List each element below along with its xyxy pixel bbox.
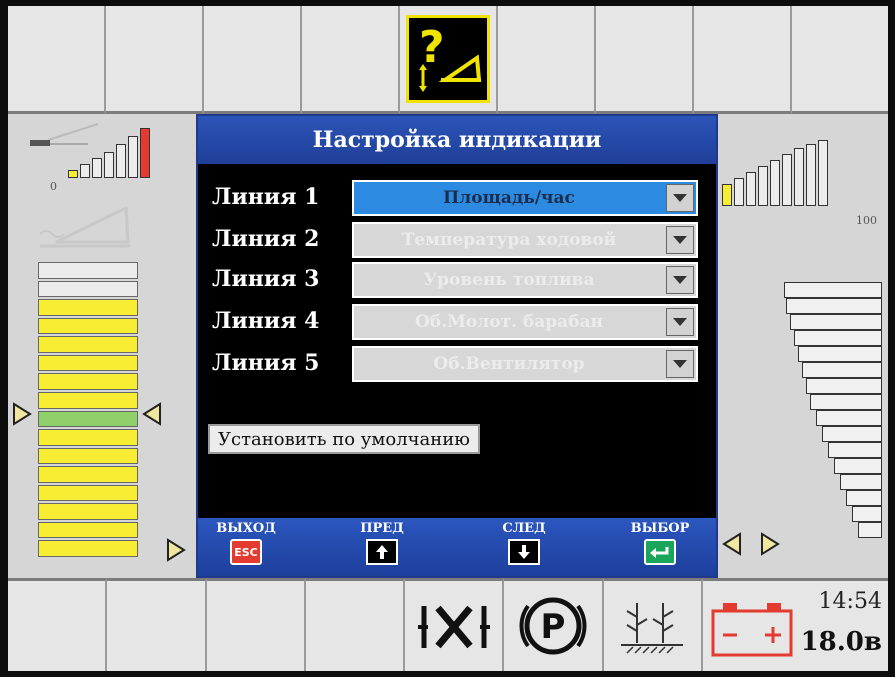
arrow-up-icon xyxy=(366,539,398,565)
top-slot-3[interactable] xyxy=(204,6,302,114)
next-label: СЛЕД xyxy=(502,521,546,536)
chevron-down-icon[interactable] xyxy=(666,184,694,212)
line-select-1[interactable]: Площадь/час xyxy=(352,180,698,216)
top-slot-9[interactable] xyxy=(792,6,888,114)
select-button[interactable]: ВЫБОР xyxy=(620,522,700,565)
exit-button[interactable]: ВЫХОД ESC xyxy=(206,522,286,565)
line-label-3: Линия 3 xyxy=(212,266,320,292)
line-label-5: Линия 5 xyxy=(212,350,320,376)
line-select-5[interactable]: Об.Вентилятор xyxy=(352,346,698,382)
header-tilt-warning-icon: ? xyxy=(406,14,490,103)
battery-icon xyxy=(711,603,793,657)
bottom-button-strip: P 14:54 18.0в xyxy=(8,578,888,671)
right-level-bars xyxy=(722,140,828,206)
display-settings-dialog: Настройка индикации Линия 1 Площадь/час … xyxy=(196,114,718,578)
esc-key-icon: ESC xyxy=(230,539,262,565)
bottom-slot-parking[interactable]: P xyxy=(504,578,604,671)
chevron-down-icon[interactable] xyxy=(666,226,694,254)
line-select-3[interactable]: Уровень топлива xyxy=(352,262,698,298)
enter-icon xyxy=(644,539,676,565)
exit-label: ВЫХОД xyxy=(216,521,276,536)
right-gauge-max-label: 100 xyxy=(856,214,877,227)
line-row-5: Линия 5 Об.Вентилятор xyxy=(212,346,702,382)
dialog-title: Настройка индикации xyxy=(198,116,716,164)
chevron-down-icon[interactable] xyxy=(666,350,694,378)
top-slot-warning[interactable]: ? xyxy=(400,6,498,114)
right-staircase-gauge xyxy=(782,282,882,552)
top-slot-7[interactable] xyxy=(596,6,694,114)
line-select-3-value: Уровень топлива xyxy=(423,270,595,290)
bottom-slot-crop[interactable] xyxy=(603,578,704,671)
line-row-4: Линия 4 Об.Молот. барабан xyxy=(212,304,702,340)
right-marker-right-icon xyxy=(761,532,780,556)
prev-label: ПРЕД xyxy=(360,521,404,536)
top-slot-2[interactable] xyxy=(106,6,204,114)
parking-brake-icon: P xyxy=(519,597,587,655)
clock-time: 14:54 xyxy=(818,589,882,614)
line-row-1: Линия 1 Площадь/час xyxy=(212,180,702,216)
line-select-4-value: Об.Молот. барабан xyxy=(415,312,603,332)
battery-voltage: 18.0в xyxy=(800,627,882,657)
left-bottom-marker-icon xyxy=(167,538,186,562)
top-slot-6[interactable] xyxy=(498,6,596,114)
bottom-slot-4[interactable] xyxy=(305,578,406,671)
differential-lock-icon xyxy=(417,605,490,649)
dialog-footer: ВЫХОД ESC ПРЕД СЛЕД ВЫБОР xyxy=(198,518,716,576)
left-marker-left-icon xyxy=(142,402,161,426)
line-select-5-value: Об.Вентилятор xyxy=(433,354,585,374)
line-select-2-value: Температура ходовой xyxy=(401,230,617,250)
bottom-slot-2[interactable] xyxy=(107,578,207,671)
chevron-down-icon[interactable] xyxy=(666,266,694,294)
left-gauge-min-label: 0 xyxy=(50,180,57,193)
line-label-2: Линия 2 xyxy=(212,226,320,252)
crop-field-icon xyxy=(621,603,684,654)
line-select-2[interactable]: Температура ходовой xyxy=(352,222,698,258)
left-marker-right-icon xyxy=(13,402,32,426)
right-marker-left-icon xyxy=(722,532,741,556)
top-slot-1[interactable] xyxy=(8,6,106,114)
top-slot-8[interactable] xyxy=(694,6,792,114)
arrow-down-icon xyxy=(508,539,540,565)
bottom-slot-difflock[interactable] xyxy=(405,578,505,671)
line-label-4: Линия 4 xyxy=(212,308,320,334)
reset-defaults-button[interactable]: Установить по умолчанию xyxy=(208,424,480,454)
bottom-slot-1[interactable] xyxy=(8,578,108,671)
left-level-bars xyxy=(68,128,150,178)
left-level-column xyxy=(38,262,138,557)
top-slot-4[interactable] xyxy=(302,6,400,114)
chevron-down-icon[interactable] xyxy=(666,308,694,336)
line-select-1-value: Площадь/час xyxy=(443,188,575,208)
bottom-slot-status: 14:54 18.0в xyxy=(703,578,888,671)
bottom-slot-3[interactable] xyxy=(206,578,306,671)
next-button[interactable]: СЛЕД xyxy=(484,522,564,565)
header-tilt-icon xyxy=(39,205,130,248)
svg-text:P: P xyxy=(541,607,566,647)
line-row-3: Линия 3 Уровень топлива xyxy=(212,262,702,298)
line-row-2: Линия 2 Температура ходовой xyxy=(212,222,702,258)
line-label-1: Линия 1 xyxy=(212,184,320,210)
select-label: ВЫБОР xyxy=(630,521,690,536)
top-button-strip: ? xyxy=(8,6,888,114)
prev-button[interactable]: ПРЕД xyxy=(342,522,422,565)
line-select-4[interactable]: Об.Молот. барабан xyxy=(352,304,698,340)
